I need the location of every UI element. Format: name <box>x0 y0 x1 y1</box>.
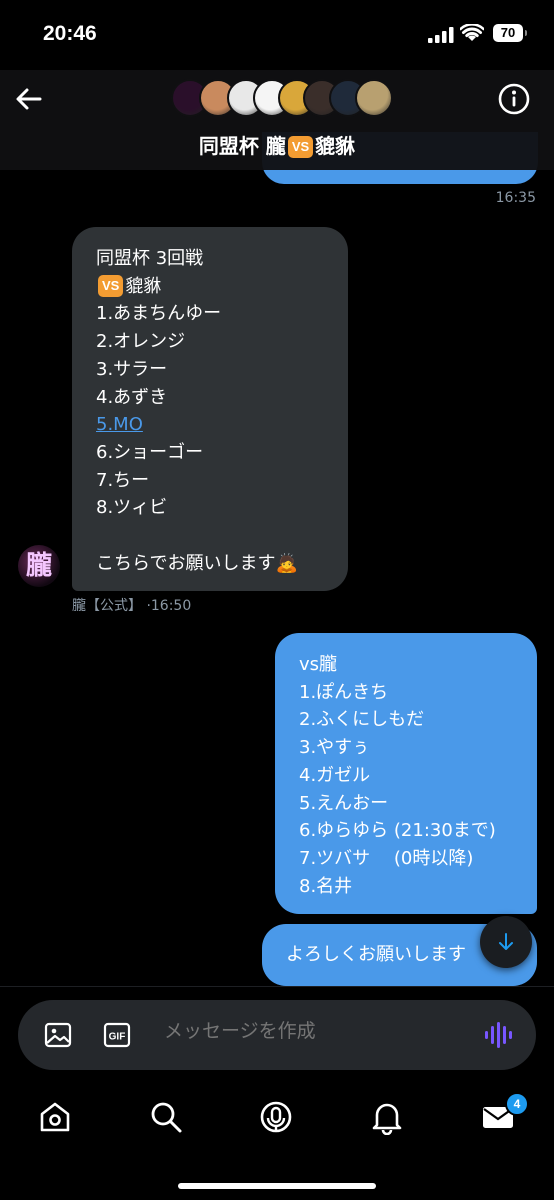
message-line: 4.ガゼル <box>299 764 371 786</box>
composer: GIF <box>18 1000 536 1070</box>
member-avatar <box>355 79 393 117</box>
auto-link[interactable]: 5.MO <box>96 414 143 435</box>
info-icon[interactable] <box>497 82 531 116</box>
voice-message-icon[interactable] <box>483 1020 513 1050</box>
message-line: 3.やすぅ <box>299 737 370 759</box>
status-time: 20:46 <box>43 22 97 45</box>
message-line: 1.あまちんゆー <box>96 303 222 325</box>
outgoing-message-bubble[interactable]: vs朧 1.ぽんきち 2.ふくにしもだ 3.やすぅ 4.ガゼル 5.えんおー 6… <box>275 633 537 914</box>
conversation-header: 同盟杯 朧 VS 貔貅 <box>0 70 554 170</box>
message-timestamp: ·16:50 <box>146 598 192 614</box>
message-line: 5.えんおー <box>299 792 389 814</box>
search-icon[interactable] <box>148 1099 184 1135</box>
status-bar: 20:46 70 <box>0 0 554 70</box>
notifications-bell-icon[interactable] <box>369 1099 405 1135</box>
scroll-to-bottom-button[interactable] <box>480 916 532 968</box>
message-line: 3.サラー <box>96 358 168 380</box>
message-line: 2.ふくにしもだ <box>299 709 425 731</box>
message-line: 5.MO <box>96 411 348 439</box>
messages-unread-badge: 4 <box>505 1092 529 1116</box>
message-line: vs朧 <box>299 654 338 675</box>
message-line-text: こちらでお願いします <box>96 552 276 574</box>
home-icon[interactable] <box>37 1099 73 1135</box>
group-title-part-2: 貔貅 <box>315 134 356 158</box>
image-icon[interactable] <box>44 1022 72 1048</box>
message-input[interactable] <box>164 1020 464 1042</box>
message-line: 2.オレンジ <box>96 331 186 353</box>
message-line: 4.あずき <box>96 386 168 408</box>
wifi-icon <box>460 24 484 41</box>
message-line: VS 貔貅 <box>96 273 348 301</box>
message-line <box>96 522 348 550</box>
composer-bar: GIF <box>0 986 554 1082</box>
group-avatars[interactable] <box>171 79 393 119</box>
gif-icon[interactable]: GIF <box>103 1022 131 1048</box>
message-line: 1.ぽんきち <box>299 681 389 703</box>
sender-meta: 朧【公式】 ·16:50 <box>72 595 191 615</box>
message-line-text: 貔貅 <box>125 275 162 297</box>
bowing-emoji-icon: 🙇 <box>275 552 298 574</box>
message-line: 8.ツィビ <box>96 497 168 519</box>
group-title-part-1: 同盟杯 朧 <box>198 134 286 158</box>
back-arrow-icon[interactable] <box>14 84 44 114</box>
incoming-message-bubble[interactable]: 同盟杯 3回戦 VS 貔貅 1.あまちんゆー 2.オレンジ 3.サラー 4.あずき… <box>72 227 348 591</box>
home-indicator <box>178 1183 376 1189</box>
message-line: 7.ツバサ (0時以降) <box>299 847 474 869</box>
gif-label: GIF <box>109 1032 126 1043</box>
message-line: 6.ショーゴー <box>96 441 204 463</box>
message-line: 7.ちー <box>96 469 150 491</box>
sender-avatar[interactable]: 朧 <box>18 545 60 587</box>
vs-emoji-badge: VS <box>98 274 124 297</box>
arrow-down-icon <box>499 933 513 950</box>
message-list[interactable]: 16:35 同盟杯 3回戦 VS 貔貅 1.あまちんゆー 2.オレンジ 3.サラー… <box>0 170 554 986</box>
spaces-icon[interactable] <box>258 1099 294 1135</box>
message-line: 6.ゆらゆら (21:30まで) <box>299 820 496 842</box>
message-line: 同盟杯 3回戦 <box>96 248 204 269</box>
sender-name[interactable]: 朧【公式】 <box>72 598 142 614</box>
message-line: 8.名井 <box>299 875 353 897</box>
group-title[interactable]: 同盟杯 朧 VS 貔貅 <box>0 130 554 159</box>
battery-indicator: 70 <box>493 24 527 42</box>
message-line: こちらでお願いします🙇 <box>96 550 348 578</box>
cellular-signal-icon <box>428 27 454 43</box>
message-timestamp: 16:35 <box>495 190 536 206</box>
vs-emoji-badge: VS <box>287 136 314 158</box>
